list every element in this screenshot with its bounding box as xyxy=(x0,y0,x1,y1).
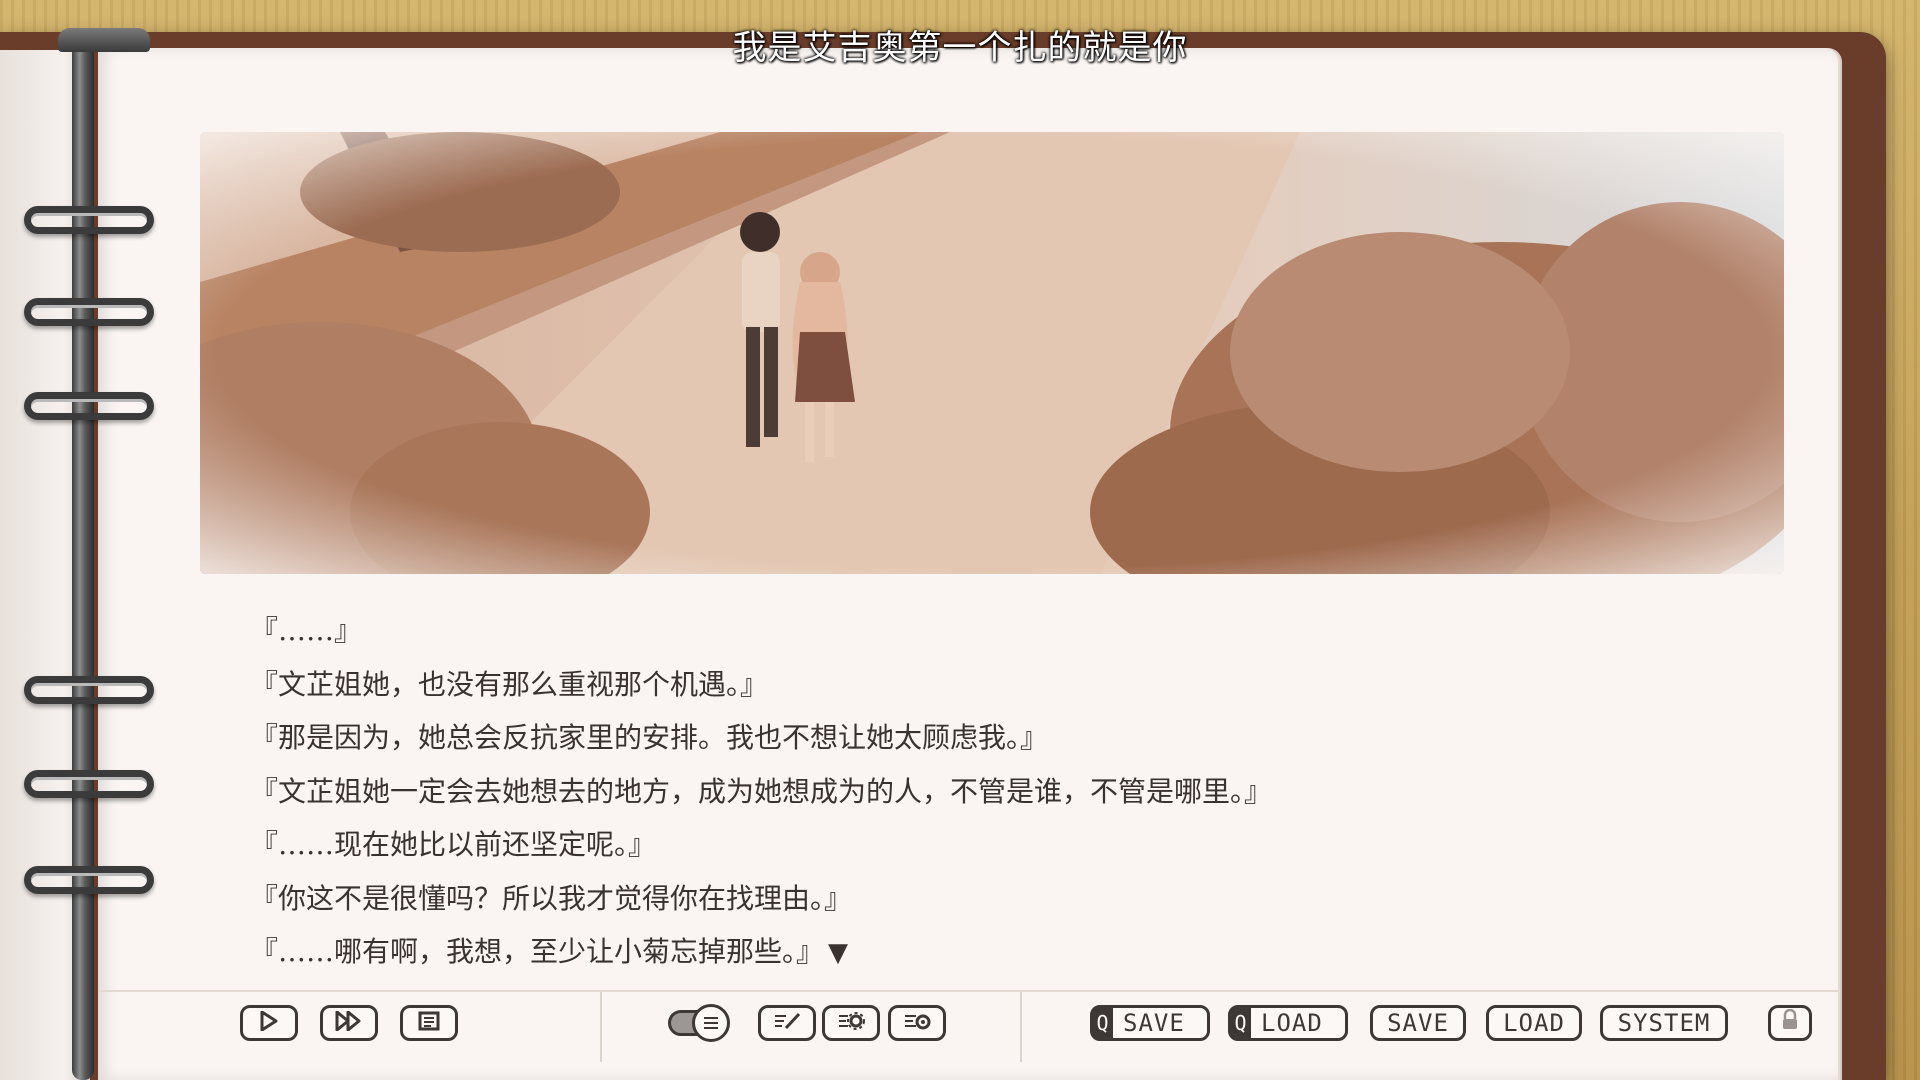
voice-replay-button[interactable] xyxy=(888,1005,946,1041)
text-window-toggle-icon xyxy=(692,1004,730,1042)
fast-forward-icon xyxy=(335,1009,363,1037)
save-label: SAVE xyxy=(1387,1009,1449,1037)
binder-ring xyxy=(24,676,154,704)
dialogue-line: 『那是因为，她总会反抗家里的安排。我也不想让她太顾虑我。』 xyxy=(250,721,1049,754)
binder-spine xyxy=(72,36,94,1080)
save-button[interactable]: SAVE xyxy=(1370,1005,1466,1041)
text-window-toggle[interactable] xyxy=(668,1004,730,1042)
play-icon xyxy=(260,1009,278,1037)
binder-ring xyxy=(24,392,154,420)
quick-save-button[interactable]: Q SAVE xyxy=(1090,1005,1210,1041)
quick-tag: Q xyxy=(1231,1008,1251,1038)
log-icon xyxy=(418,1009,440,1037)
quick-save-label: SAVE xyxy=(1123,1009,1185,1037)
bottom-toolbar: Q SAVE Q LOAD SAVE LOAD SYSTEM xyxy=(98,990,1838,1062)
binder-ring xyxy=(24,298,154,326)
toolbar-divider xyxy=(600,992,602,1062)
quick-tag: Q xyxy=(1093,1008,1113,1038)
binder-ring xyxy=(24,866,154,894)
dialogue-line: 『文芷姐她一定会去她想去的地方，成为她想成为的人，不管是谁，不管是哪里。』 xyxy=(250,774,1273,808)
text-settings-icon xyxy=(772,1009,802,1037)
backlog-button[interactable] xyxy=(400,1005,458,1041)
binder-ring xyxy=(24,770,154,798)
lock-icon xyxy=(1781,1008,1799,1037)
dialogue-line-text: 『……哪有啊，我想，至少让小菊忘掉那些。』 xyxy=(250,935,825,968)
auto-play-button[interactable] xyxy=(240,1005,298,1041)
next-indicator-icon[interactable]: ▼ xyxy=(828,927,848,981)
dialogue-line: 『……现在她比以前还坚定呢。』 xyxy=(250,828,657,861)
lock-button[interactable] xyxy=(1768,1005,1812,1041)
toolbar-divider xyxy=(1020,992,1022,1062)
voice-replay-icon xyxy=(902,1009,932,1037)
skip-button[interactable] xyxy=(320,1005,378,1041)
config-icon xyxy=(836,1009,866,1037)
binder-ring xyxy=(24,206,154,234)
dialogue-line: 『……』 xyxy=(250,614,363,647)
load-button[interactable]: LOAD xyxy=(1486,1005,1582,1041)
load-label: LOAD xyxy=(1503,1009,1565,1037)
dialogue-line: 『你这不是很懂吗？所以我才觉得你在找理由。』 xyxy=(250,881,853,915)
dialogue-box: 『……』 『文芷姐她，也没有那么重视那个机遇。』 『那是因为，她总会反抗家里的安… xyxy=(250,604,1550,979)
dialogue-line-last: 『……哪有啊，我想，至少让小菊忘掉那些。』 ▼ xyxy=(250,925,1550,979)
subtitle-caption: 我是艾吉奥第一个扎的就是你 xyxy=(732,28,1188,68)
scene-illustration xyxy=(200,132,1784,574)
text-settings-button[interactable] xyxy=(758,1005,816,1041)
dialogue-line: 『文芷姐她，也没有那么重视那个机遇。』 xyxy=(250,667,769,701)
system-label: SYSTEM xyxy=(1617,1009,1711,1037)
quick-load-button[interactable]: Q LOAD xyxy=(1228,1005,1348,1041)
config-button[interactable] xyxy=(822,1005,880,1041)
system-button[interactable]: SYSTEM xyxy=(1600,1005,1728,1041)
quick-load-label: LOAD xyxy=(1261,1009,1323,1037)
